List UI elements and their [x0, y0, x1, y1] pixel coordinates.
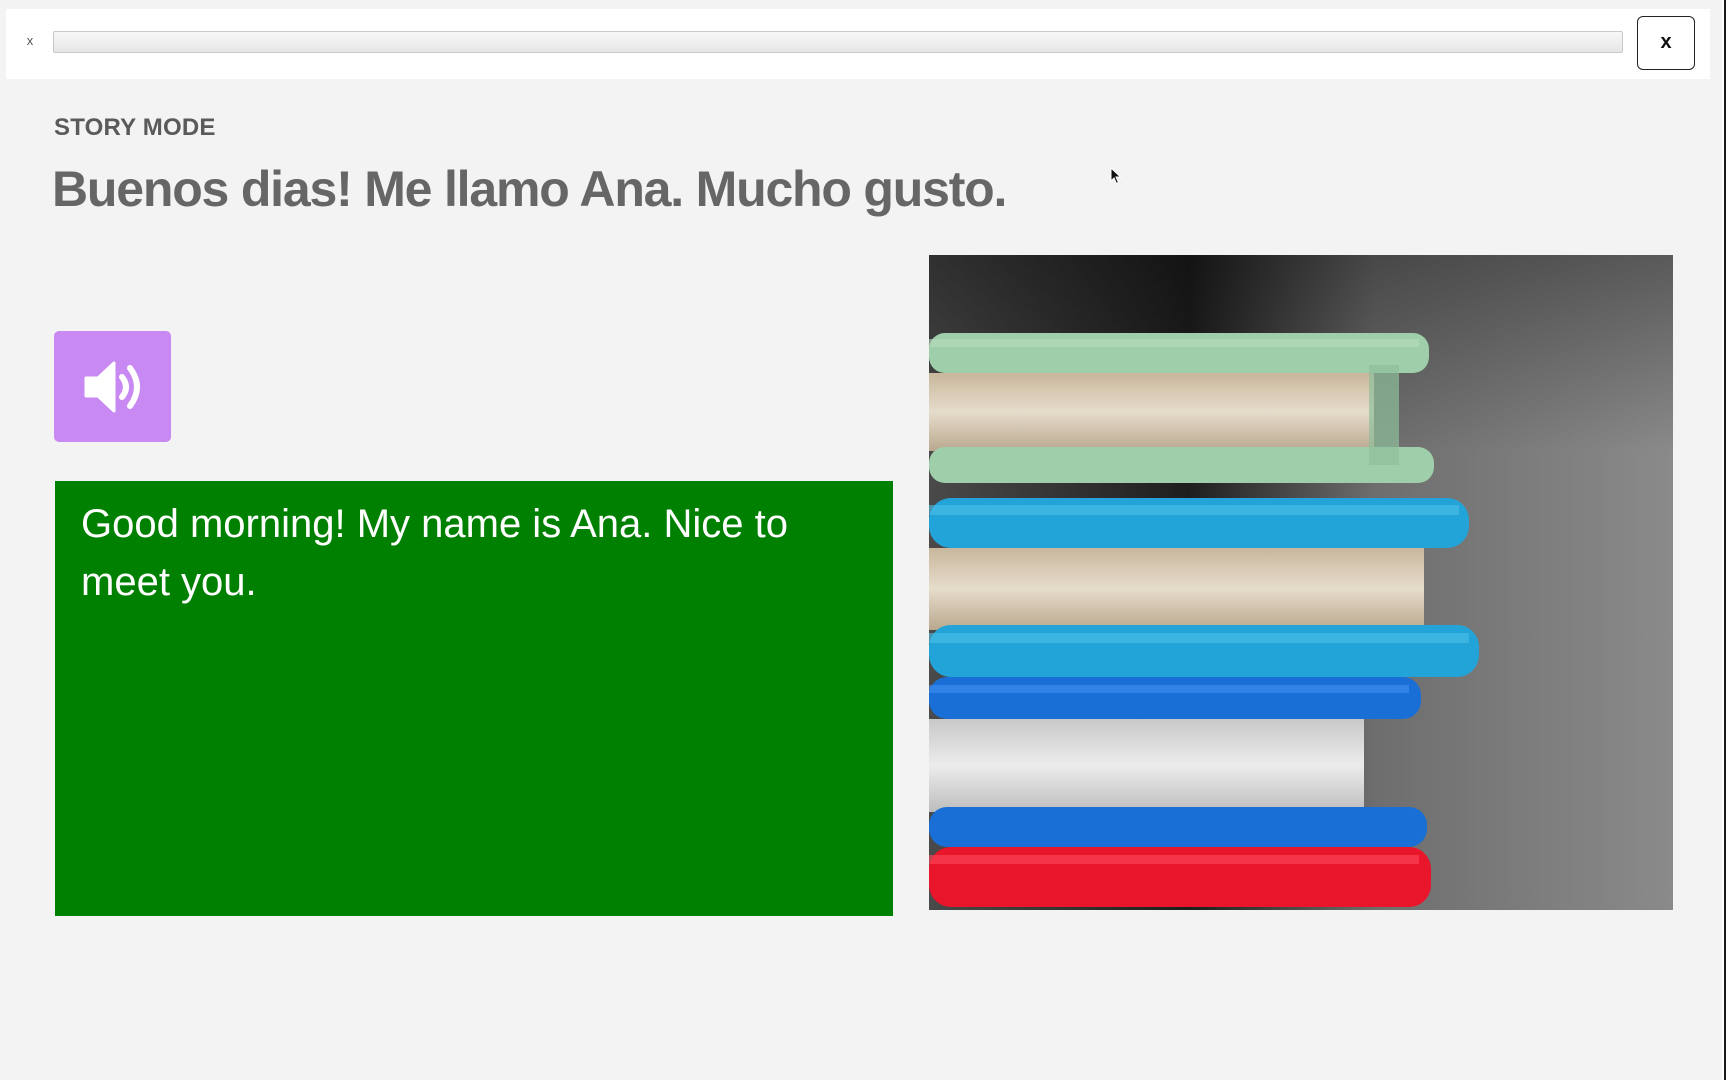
- window-edge: [1722, 0, 1727, 1080]
- small-close-button[interactable]: x: [22, 32, 38, 50]
- app-window: x x STORY MODE Buenos dias! Me llamo Ana…: [0, 0, 1722, 1080]
- window-edge-line: [1724, 0, 1726, 1080]
- mouse-cursor-icon: [1110, 167, 1122, 185]
- play-audio-button[interactable]: [54, 331, 171, 442]
- translation-box: Good morning! My name is Ana. Nice to me…: [55, 481, 893, 916]
- top-strip: [0, 0, 1722, 9]
- story-sentence: Buenos dias! Me llamo Ana. Mucho gusto.: [52, 161, 1007, 217]
- speaker-icon: [84, 361, 140, 412]
- mode-label: STORY MODE: [54, 114, 216, 141]
- close-button[interactable]: x: [1637, 16, 1695, 70]
- progress-bar: [53, 31, 1623, 53]
- stacked-books-photo: [929, 255, 1673, 910]
- translation-text: Good morning! My name is Ana. Nice to me…: [81, 502, 788, 604]
